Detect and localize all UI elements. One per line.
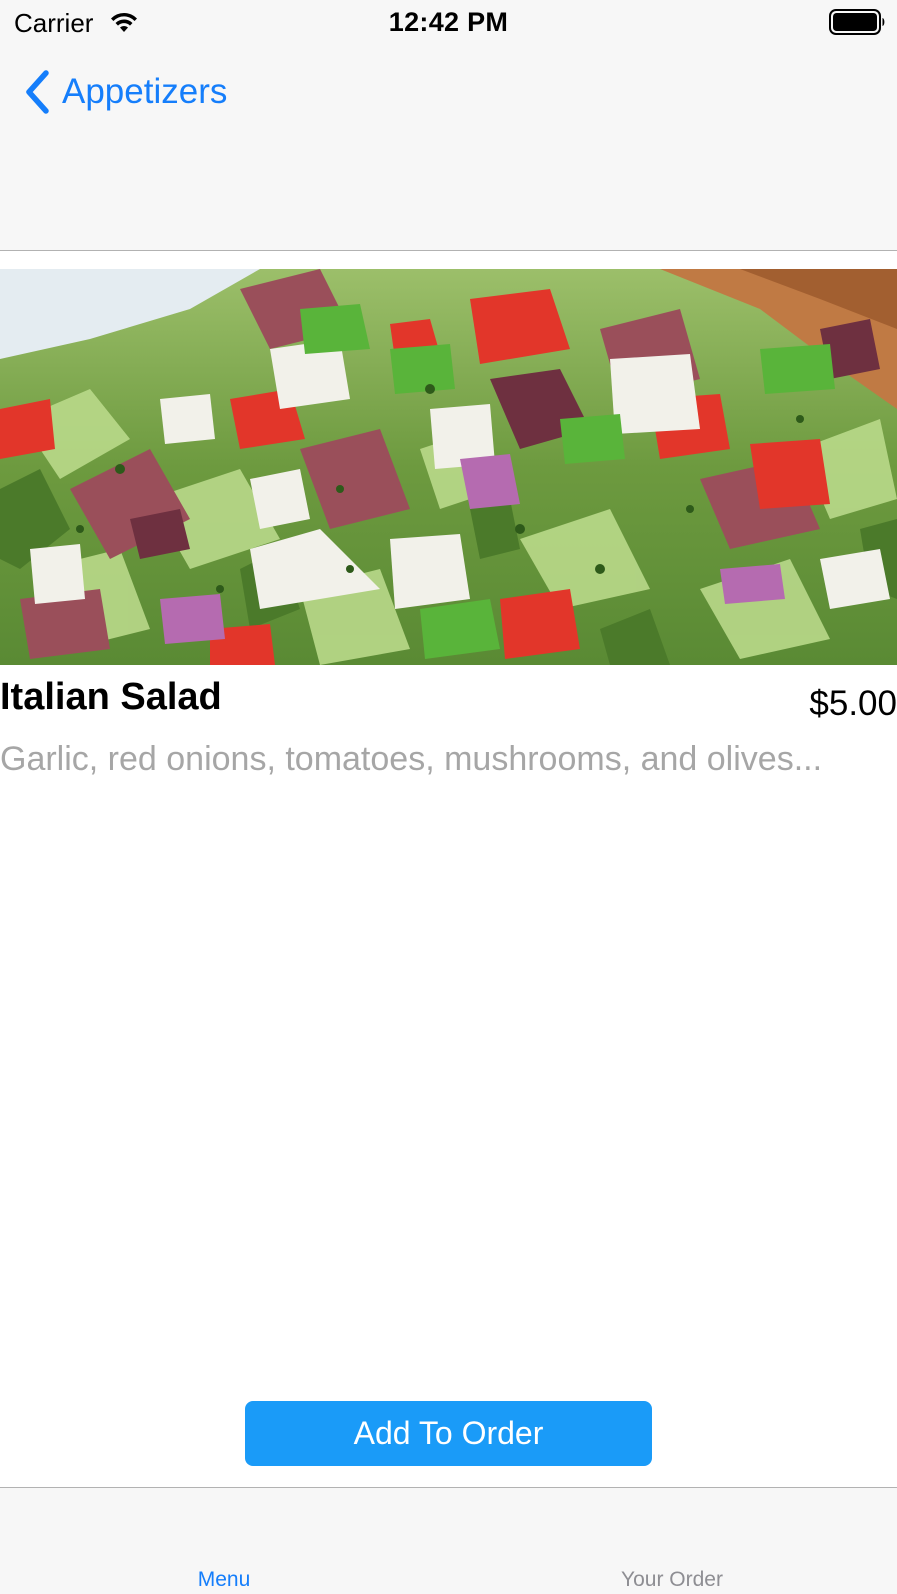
tab-bar: Menu Your Order [0,1487,897,1594]
salad-image [0,269,897,665]
battery-icon [829,9,885,35]
back-button[interactable]: Appetizers [22,66,227,118]
item-price: $5.00 [809,684,897,723]
back-button-label: Appetizers [62,72,228,111]
item-description: Garlic, red onions, tomatoes, mushrooms,… [0,740,823,778]
item-photo [0,269,897,665]
item-name: Italian Salad [0,676,222,718]
tab-menu[interactable]: Menu [168,1568,280,1592]
screen: Carrier 12:42 PM Appetizers Italian Sala… [0,0,897,1594]
add-to-order-button[interactable]: Add To Order [245,1401,652,1466]
navigation-bar: Appetizers [0,46,897,251]
status-bar: Carrier 12:42 PM [0,0,897,46]
tab-your-order[interactable]: Your Order [592,1568,752,1592]
chevron-left-icon [26,70,49,114]
clock: 12:42 PM [388,7,509,37]
